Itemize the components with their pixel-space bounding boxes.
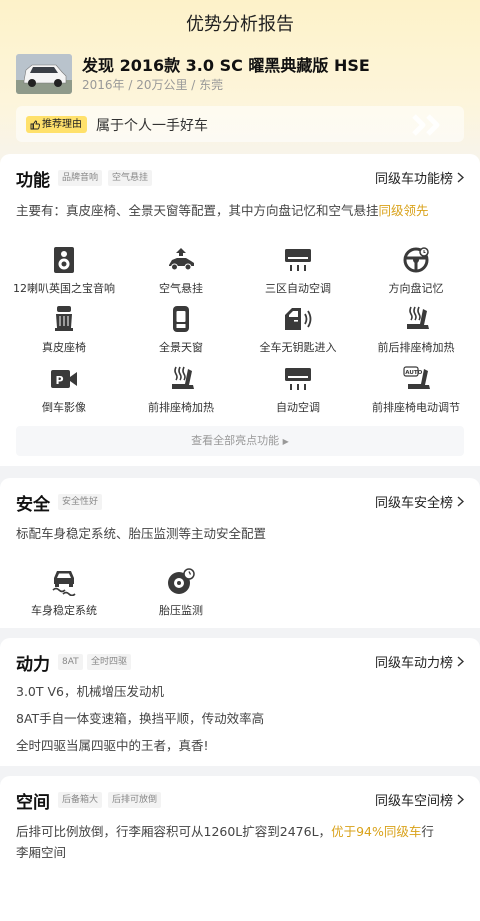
text-label: 全景天窗 bbox=[159, 341, 203, 354]
leather-seat-icon bbox=[55, 306, 73, 331]
function-desc: 主要有：真皮座椅、全景天窗等配置，其中方向盘记忆和空气悬挂同级领先 bbox=[16, 200, 466, 222]
power-chip: 全时四驱 bbox=[87, 654, 132, 670]
function-card: 功能 品牌音响 空气悬挂 同级车功能榜 主要有：真皮座椅、全景天窗等配置，其中方… bbox=[0, 154, 480, 466]
function-rank-label: 同级车功能榜 bbox=[374, 172, 453, 187]
feature-item[interactable]: 空气悬挂 bbox=[121, 246, 241, 296]
text-label: 优于94%同级车 bbox=[331, 824, 422, 839]
text-label: 真皮座椅 bbox=[42, 341, 86, 354]
car-thumbnail[interactable] bbox=[16, 54, 72, 94]
text-label: 同级领先 bbox=[378, 203, 429, 218]
stability-control-icon bbox=[52, 571, 76, 596]
power-rank-label: 同级车动力榜 bbox=[374, 656, 453, 671]
feature-item[interactable]: 前后排座椅加热 bbox=[356, 305, 476, 355]
tri-zone-ac-icon bbox=[285, 249, 311, 271]
steering-wheel-icon bbox=[403, 247, 429, 273]
car-name: 发现 2016款 3.0 SC 曜黑典藏版 HSE bbox=[82, 56, 370, 75]
power-title: 动力 bbox=[16, 655, 50, 675]
feature-item[interactable]: 全景天窗 bbox=[121, 305, 241, 355]
feature-item[interactable]: 12喇叭英国之宝音响 bbox=[4, 246, 124, 296]
feature-item[interactable]: P 倒车影像 bbox=[4, 365, 124, 415]
triangle-right-icon: ▶ bbox=[282, 437, 289, 446]
text-label: 行 bbox=[421, 824, 434, 839]
safety-rank-label: 同级车安全榜 bbox=[374, 496, 453, 511]
space-card: 空间 后备箱大 后排可放倒 同级车空间榜 后排可比例放倒，行李厢容积可从1260… bbox=[0, 776, 480, 921]
chevron-right-icon bbox=[457, 172, 464, 183]
function-chip: 空气悬挂 bbox=[108, 170, 153, 186]
view-all-features-button[interactable]: 查看全部亮点功能 ▶ bbox=[16, 426, 464, 456]
svg-text:P: P bbox=[56, 374, 64, 387]
feature-item[interactable]: 自动空调 bbox=[238, 365, 358, 415]
svg-text:AUTO: AUTO bbox=[405, 370, 422, 376]
space-title: 空间 bbox=[16, 793, 50, 813]
text-label: 车身稳定系统 bbox=[31, 604, 97, 617]
auto-ac-icon bbox=[285, 368, 311, 390]
function-title: 功能 bbox=[16, 171, 50, 191]
text-label: 前排座椅电动调节 bbox=[372, 401, 460, 414]
speaker-icon bbox=[54, 247, 74, 273]
feature-item[interactable]: 方向盘记忆 bbox=[356, 246, 476, 296]
text-label: 胎压监测 bbox=[159, 604, 203, 617]
text-label: 12喇叭英国之宝音响 bbox=[13, 282, 115, 295]
space-desc-line-2: 李厢空间 bbox=[16, 845, 67, 860]
seat-heating-icon bbox=[407, 306, 429, 329]
text-label: 空气悬挂 bbox=[159, 282, 203, 295]
safety-title: 安全 bbox=[16, 495, 50, 515]
feature-item[interactable]: 车身稳定系统 bbox=[4, 568, 124, 618]
thumbs-up-icon bbox=[30, 120, 40, 129]
chevron-right-icon bbox=[457, 496, 464, 507]
air-suspension-icon bbox=[169, 248, 194, 271]
space-rank-label: 同级车空间榜 bbox=[374, 794, 453, 809]
space-rank-link[interactable]: 同级车空间榜 bbox=[375, 790, 464, 809]
chevron-right-icon bbox=[457, 656, 464, 667]
feature-item[interactable]: AUTO 前排座椅电动调节 bbox=[356, 365, 476, 415]
text-label: 方向盘记忆 bbox=[388, 282, 444, 295]
recommend-tag-label: 推荐理由 bbox=[42, 119, 82, 130]
sunroof-icon bbox=[173, 306, 189, 332]
safety-card: 安全 安全性好 同级车安全榜 标配车身稳定系统、胎压监测等主动安全配置 车身稳定… bbox=[0, 478, 480, 628]
front-seat-heating-icon bbox=[172, 366, 194, 389]
recommend-reason-text: 属于个人一手好车 bbox=[96, 118, 208, 134]
text-label: 全车无钥匙进入 bbox=[259, 341, 337, 354]
text-label: 前后排座椅加热 bbox=[377, 341, 455, 354]
feature-item[interactable]: 胎压监测 bbox=[121, 568, 241, 618]
feature-item[interactable]: 真皮座椅 bbox=[4, 305, 124, 355]
tire-pressure-icon bbox=[168, 568, 195, 594]
recommend-reason-bar[interactable]: 推荐理由 属于个人一手好车 bbox=[16, 106, 464, 142]
power-line: 3.0T V6，机械增压发动机 bbox=[16, 684, 164, 699]
feature-item[interactable]: 三区自动空调 bbox=[238, 246, 358, 296]
space-chip: 后备箱大 bbox=[58, 792, 103, 808]
text-label: 后排可比例放倒，行李厢容积可从1260L扩容到2476L， bbox=[16, 824, 332, 839]
reverse-camera-icon: P bbox=[51, 370, 77, 388]
chevron-right-icon bbox=[457, 794, 464, 805]
power-rank-link[interactable]: 同级车动力榜 bbox=[375, 652, 464, 671]
power-line: 全时四驱当属四驱中的王者，真香! bbox=[16, 738, 209, 753]
safety-chip: 安全性好 bbox=[58, 494, 103, 510]
car-meta: 2016年 / 20万公里 / 东莞 bbox=[82, 78, 224, 92]
double-chevron-icon bbox=[412, 114, 440, 136]
safety-rank-link[interactable]: 同级车安全榜 bbox=[375, 492, 464, 511]
text-label: 前排座椅加热 bbox=[148, 401, 214, 414]
safety-desc: 标配车身稳定系统、胎压监测等主动安全配置 bbox=[16, 526, 267, 541]
text-label: 三区自动空调 bbox=[265, 282, 331, 295]
text-label: 自动空调 bbox=[276, 401, 320, 414]
function-chip: 品牌音响 bbox=[58, 170, 103, 186]
view-all-features-label: 查看全部亮点功能 bbox=[191, 434, 280, 447]
text-label: 主要有：真皮座椅、全景天窗等配置，其中方向盘记忆和空气悬挂 bbox=[16, 203, 379, 218]
text-label: 倒车影像 bbox=[42, 401, 86, 414]
function-rank-link[interactable]: 同级车功能榜 bbox=[375, 168, 464, 187]
feature-item[interactable]: 全车无钥匙进入 bbox=[238, 305, 358, 355]
space-chip: 后排可放倒 bbox=[108, 792, 162, 808]
power-card: 动力 8AT 全时四驱 同级车动力榜 3.0T V6，机械增压发动机 8AT手自… bbox=[0, 638, 480, 766]
space-desc: 后排可比例放倒，行李厢容积可从1260L扩容到2476L，优于94%同级车行 bbox=[16, 821, 466, 843]
power-seat-icon: AUTO bbox=[403, 366, 430, 389]
feature-item[interactable]: 前排座椅加热 bbox=[121, 365, 241, 415]
keyless-entry-icon bbox=[285, 308, 312, 330]
power-chip: 8AT bbox=[58, 654, 83, 670]
power-line: 8AT手自一体变速箱，换挡平顺，传动效率高 bbox=[16, 711, 265, 726]
page-title: 优势分析报告 bbox=[186, 14, 294, 35]
recommend-tag: 推荐理由 bbox=[26, 116, 87, 133]
